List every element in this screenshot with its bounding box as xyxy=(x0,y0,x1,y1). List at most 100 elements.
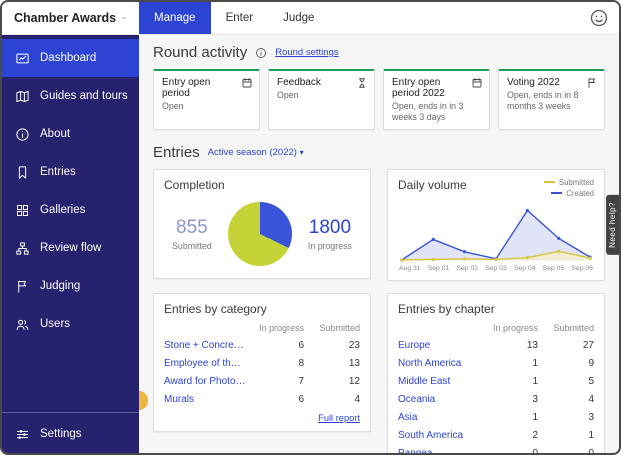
sidebar-item-guides-and-tours[interactable]: Guides and tours xyxy=(2,77,139,115)
sidebar-item-label: Review flow xyxy=(40,242,101,254)
round-card-voting-2022[interactable]: Voting 2022 Open, ends in in 8 months 3 … xyxy=(498,69,605,130)
round-card-title: Entry open period xyxy=(162,77,237,99)
category-link[interactable]: Stone + Concrete Architecture xyxy=(164,340,246,351)
entries-by-category-title: Entries by category xyxy=(164,302,360,316)
sidebar: Dashboard Guides and tours About Entries… xyxy=(2,35,139,455)
tab-judge[interactable]: Judge xyxy=(268,2,329,34)
submitted-count: 1 xyxy=(538,430,594,441)
round-card-title: Voting 2022 xyxy=(507,77,582,88)
info-icon xyxy=(15,127,30,142)
chapter-link[interactable]: Middle East xyxy=(398,376,480,387)
submitted-count: 5 xyxy=(538,376,594,387)
round-card-status: Open, ends in in 3 weeks 3 days xyxy=(392,101,467,123)
daily-volume-card: Daily volume Submitted Created Aug 31Sep… xyxy=(387,169,605,281)
in-progress-count: 6 xyxy=(246,394,304,405)
chapter-link[interactable]: Oceania xyxy=(398,394,480,405)
submitted-count: 27 xyxy=(538,340,594,351)
category-link[interactable]: Murals xyxy=(164,394,246,405)
calendar-icon xyxy=(241,77,253,89)
hourglass-icon xyxy=(356,77,368,89)
submitted-label: Submitted xyxy=(172,241,212,251)
sidebar-item-settings[interactable]: Settings xyxy=(2,413,139,455)
in-progress-label: In progress xyxy=(308,241,352,251)
chart-legend: Submitted Created xyxy=(544,178,594,198)
sidebar-item-label: Guides and tours xyxy=(40,90,128,102)
sidebar-item-entries[interactable]: Entries xyxy=(2,153,139,191)
chapter-link[interactable]: Asia xyxy=(398,412,480,423)
chapter-link[interactable]: Europe xyxy=(398,340,480,351)
chapter-table-body: Europe1327North America19Middle East15Oc… xyxy=(398,337,594,455)
tab-enter[interactable]: Enter xyxy=(211,2,269,34)
flow-icon xyxy=(15,241,30,256)
table-header: In progress Submitted xyxy=(398,316,594,337)
round-settings-link[interactable]: Round settings xyxy=(275,47,338,58)
chapter-link[interactable]: Pangea xyxy=(398,448,480,455)
in-progress-value: 1800 xyxy=(308,217,352,239)
round-activity-title: Round activity xyxy=(153,44,247,61)
round-card-status: Open, ends in in 8 months 3 weeks xyxy=(507,90,582,112)
in-progress-count: 6 xyxy=(246,340,304,351)
grid-icon xyxy=(15,203,30,218)
table-row: Oceania34 xyxy=(398,391,594,409)
sidebar-item-judging[interactable]: Judging xyxy=(2,267,139,305)
sidebar-item-users[interactable]: Users xyxy=(2,305,139,343)
round-card-entry-open-period[interactable]: Entry open period Open xyxy=(153,69,260,130)
bookmark-icon xyxy=(15,165,30,180)
season-selector[interactable]: Active season (2022) ▾ xyxy=(208,147,304,158)
sidebar-item-label: Users xyxy=(40,318,70,330)
in-progress-stat: 1800 In progress xyxy=(308,217,352,251)
category-table-body: Stone + Concrete Architecture623Employee… xyxy=(164,337,360,409)
need-help-tab[interactable]: Need help? xyxy=(606,195,619,255)
user-menu[interactable] xyxy=(589,8,609,28)
season-selector-label: Active season (2022) xyxy=(208,147,297,158)
sliders-icon xyxy=(15,427,30,442)
sidebar-item-label: About xyxy=(40,128,70,140)
chapter-link[interactable]: South America xyxy=(398,430,480,441)
org-switcher[interactable]: Chamber Awards xyxy=(2,2,139,34)
in-progress-count: 1 xyxy=(480,358,538,369)
in-progress-count: 13 xyxy=(480,340,538,351)
legend-item-created: Created xyxy=(551,189,594,198)
sidebar-item-dashboard[interactable]: Dashboard xyxy=(2,39,139,77)
table-row: Award for Photographers + Videographers7… xyxy=(164,373,360,391)
main-content: Round activity Round settings Entry open… xyxy=(139,35,619,455)
sidebar-item-label: Galleries xyxy=(40,204,85,216)
sidebar-item-review-flow[interactable]: Review flow xyxy=(2,229,139,267)
sidebar-item-label: Entries xyxy=(40,166,76,178)
submitted-count: 23 xyxy=(304,340,360,351)
caret-down-icon: ▾ xyxy=(300,148,304,157)
topbar: Chamber Awards Manage Enter Judge xyxy=(2,2,619,35)
tab-manage[interactable]: Manage xyxy=(139,2,211,34)
submitted-count: 4 xyxy=(304,394,360,405)
org-label: Chamber Awards xyxy=(14,11,116,25)
table-row: Pangea00 xyxy=(398,445,594,455)
info-icon[interactable] xyxy=(255,47,267,59)
completion-pie-chart xyxy=(228,202,292,266)
entries-by-chapter-title: Entries by chapter xyxy=(398,302,594,316)
round-card-feedback[interactable]: Feedback Open xyxy=(268,69,375,130)
submitted-count: 3 xyxy=(538,412,594,423)
category-link[interactable]: Award for Photographers + Videographers xyxy=(164,376,246,387)
sidebar-item-label: Settings xyxy=(40,428,82,440)
legend-item-submitted: Submitted xyxy=(544,178,594,187)
smiley-icon xyxy=(589,8,609,28)
table-row: Asia13 xyxy=(398,409,594,427)
sidebar-item-about[interactable]: About xyxy=(2,115,139,153)
in-progress-count: 3 xyxy=(480,394,538,405)
sidebar-item-galleries[interactable]: Galleries xyxy=(2,191,139,229)
full-report-link[interactable]: Full report xyxy=(164,413,360,423)
category-link[interactable]: Employee of the Year xyxy=(164,358,246,369)
round-card-status: Open xyxy=(277,90,352,101)
in-progress-count: 2 xyxy=(480,430,538,441)
in-progress-count: 0 xyxy=(480,448,538,455)
table-header: In progress Submitted xyxy=(164,316,360,337)
chapter-link[interactable]: North America xyxy=(398,358,480,369)
round-card-entry-open-period-2022[interactable]: Entry open period 2022 Open, ends in in … xyxy=(383,69,490,130)
table-row: Europe1327 xyxy=(398,337,594,355)
round-card-title: Feedback xyxy=(277,77,352,88)
table-row: Stone + Concrete Architecture623 xyxy=(164,337,360,355)
submitted-stat: 855 Submitted xyxy=(172,217,212,251)
map-icon xyxy=(15,89,30,104)
in-progress-count: 7 xyxy=(246,376,304,387)
app-window: Chamber Awards Manage Enter Judge Dashbo… xyxy=(0,0,621,455)
